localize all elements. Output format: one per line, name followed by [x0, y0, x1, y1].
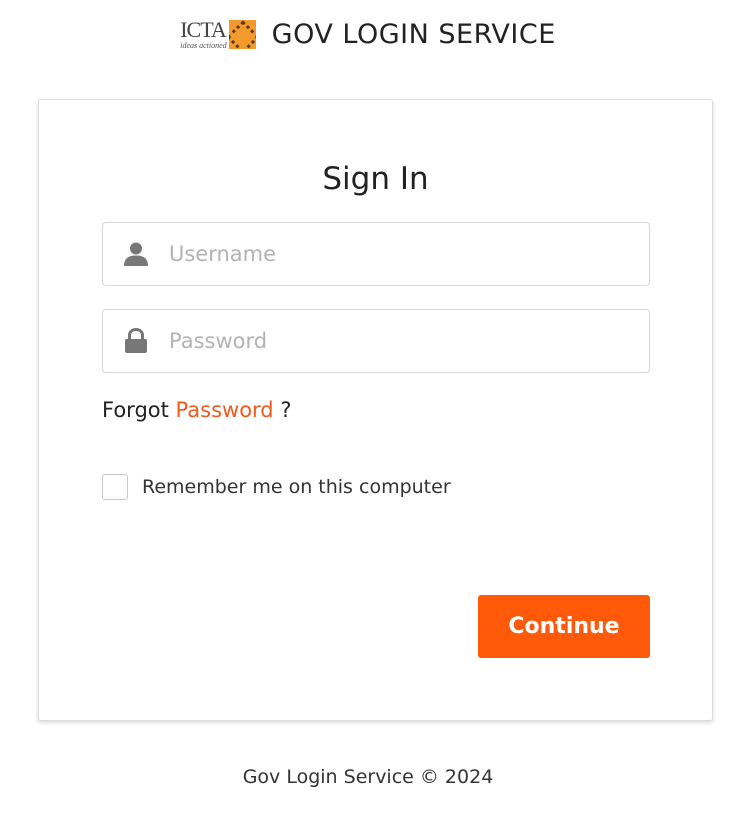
- signin-card: Sign In Forgot Password ? Remember me on…: [38, 99, 713, 721]
- logo-main-text: ICTA: [180, 16, 227, 42]
- logo-mark-icon: [228, 19, 256, 49]
- continue-button[interactable]: Continue: [478, 595, 650, 658]
- header: ICTA ideas actioned GOV LOGIN SERVICE: [0, 12, 736, 56]
- remember-me-checkbox[interactable]: [102, 474, 128, 500]
- username-input[interactable]: [169, 242, 629, 266]
- password-field[interactable]: [102, 309, 650, 373]
- logo-text: ICTA ideas actioned: [180, 16, 227, 50]
- forgot-password-link[interactable]: Password: [176, 398, 274, 422]
- password-input[interactable]: [169, 329, 629, 353]
- lock-icon: [103, 328, 169, 354]
- forgot-suffix: ?: [280, 398, 292, 422]
- logo-tagline: ideas actioned: [180, 40, 227, 50]
- user-icon: [103, 241, 169, 267]
- app-title: GOV LOGIN SERVICE: [271, 18, 556, 50]
- username-field[interactable]: [102, 222, 650, 286]
- remember-me-label[interactable]: Remember me on this computer: [142, 476, 451, 498]
- signin-title: Sign In: [322, 161, 429, 197]
- footer-copyright: Gov Login Service © 2024: [242, 766, 494, 788]
- forgot-prefix: Forgot: [102, 398, 169, 422]
- forgot-password-text: Forgot Password ?: [102, 398, 291, 422]
- icta-logo: ICTA ideas actioned: [180, 16, 256, 50]
- remember-me[interactable]: Remember me on this computer: [102, 474, 451, 500]
